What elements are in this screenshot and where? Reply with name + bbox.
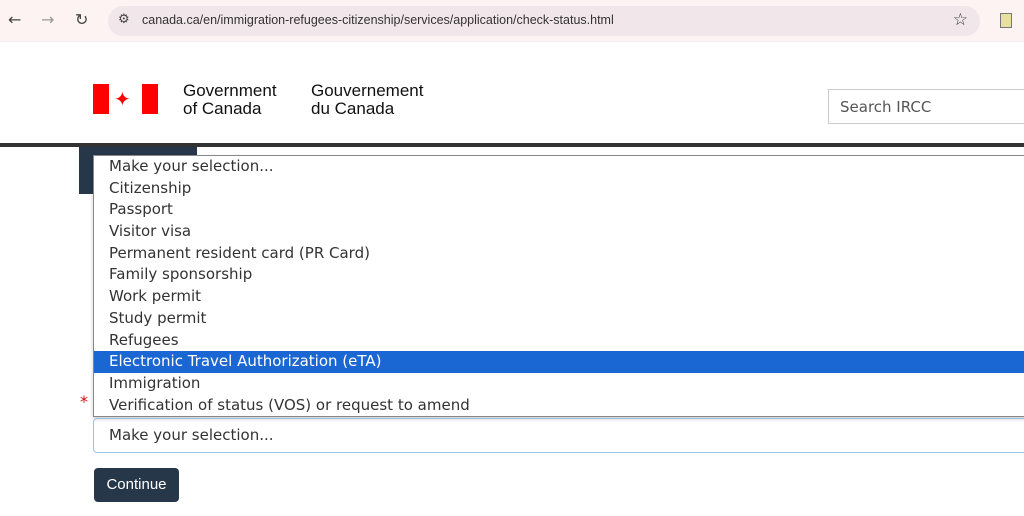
option[interactable]: Visitor visa: [94, 221, 1024, 243]
option[interactable]: Passport: [94, 199, 1024, 221]
bookmark-star-icon[interactable]: ☆: [953, 10, 968, 30]
option[interactable]: Family sponsorship: [94, 264, 1024, 286]
gov-fr-line2: du Canada: [311, 99, 395, 118]
canada-flag-logo: ✦: [93, 84, 158, 114]
gov-en-line2: of Canada: [183, 99, 262, 118]
browser-toolbar: ← → ↻ ⚙ canada.ca/en/immigration-refugee…: [0, 0, 1024, 42]
option-highlighted[interactable]: Electronic Travel Authorization (eTA): [94, 351, 1024, 373]
address-bar[interactable]: ⚙ canada.ca/en/immigration-refugees-citi…: [108, 6, 980, 36]
option[interactable]: Work permit: [94, 286, 1024, 308]
url-text[interactable]: canada.ca/en/immigration-refugees-citize…: [142, 13, 614, 27]
option[interactable]: Study permit: [94, 308, 1024, 330]
option[interactable]: Permanent resident card (PR Card): [94, 243, 1024, 265]
option[interactable]: Refugees: [94, 330, 1024, 352]
gov-name-fr[interactable]: Gouvernement du Canada: [311, 82, 423, 118]
site-settings-icon[interactable]: ⚙: [118, 12, 130, 27]
required-marker: *: [80, 392, 88, 411]
option[interactable]: Immigration: [94, 373, 1024, 395]
reload-icon[interactable]: ↻: [75, 10, 88, 29]
dropdown-options-list[interactable]: Make your selection... Citizenship Passp…: [93, 155, 1024, 417]
search-input[interactable]: Search IRCC: [828, 89, 1024, 124]
option[interactable]: Make your selection...: [94, 156, 1024, 178]
back-icon[interactable]: ←: [8, 10, 21, 29]
continue-button[interactable]: Continue: [94, 468, 179, 502]
forward-icon[interactable]: →: [41, 10, 54, 29]
gov-en-line1: Government: [183, 81, 277, 100]
option[interactable]: Citizenship: [94, 178, 1024, 200]
gov-name-en[interactable]: Government of Canada: [183, 82, 277, 118]
application-type-select[interactable]: Make your selection...: [93, 418, 1024, 453]
option[interactable]: Verification of status (VOS) or request …: [94, 395, 1024, 417]
gov-fr-line1: Gouvernement: [311, 81, 424, 100]
maple-leaf-icon: ✦: [114, 87, 131, 111]
extension-icon[interactable]: [1000, 13, 1012, 28]
